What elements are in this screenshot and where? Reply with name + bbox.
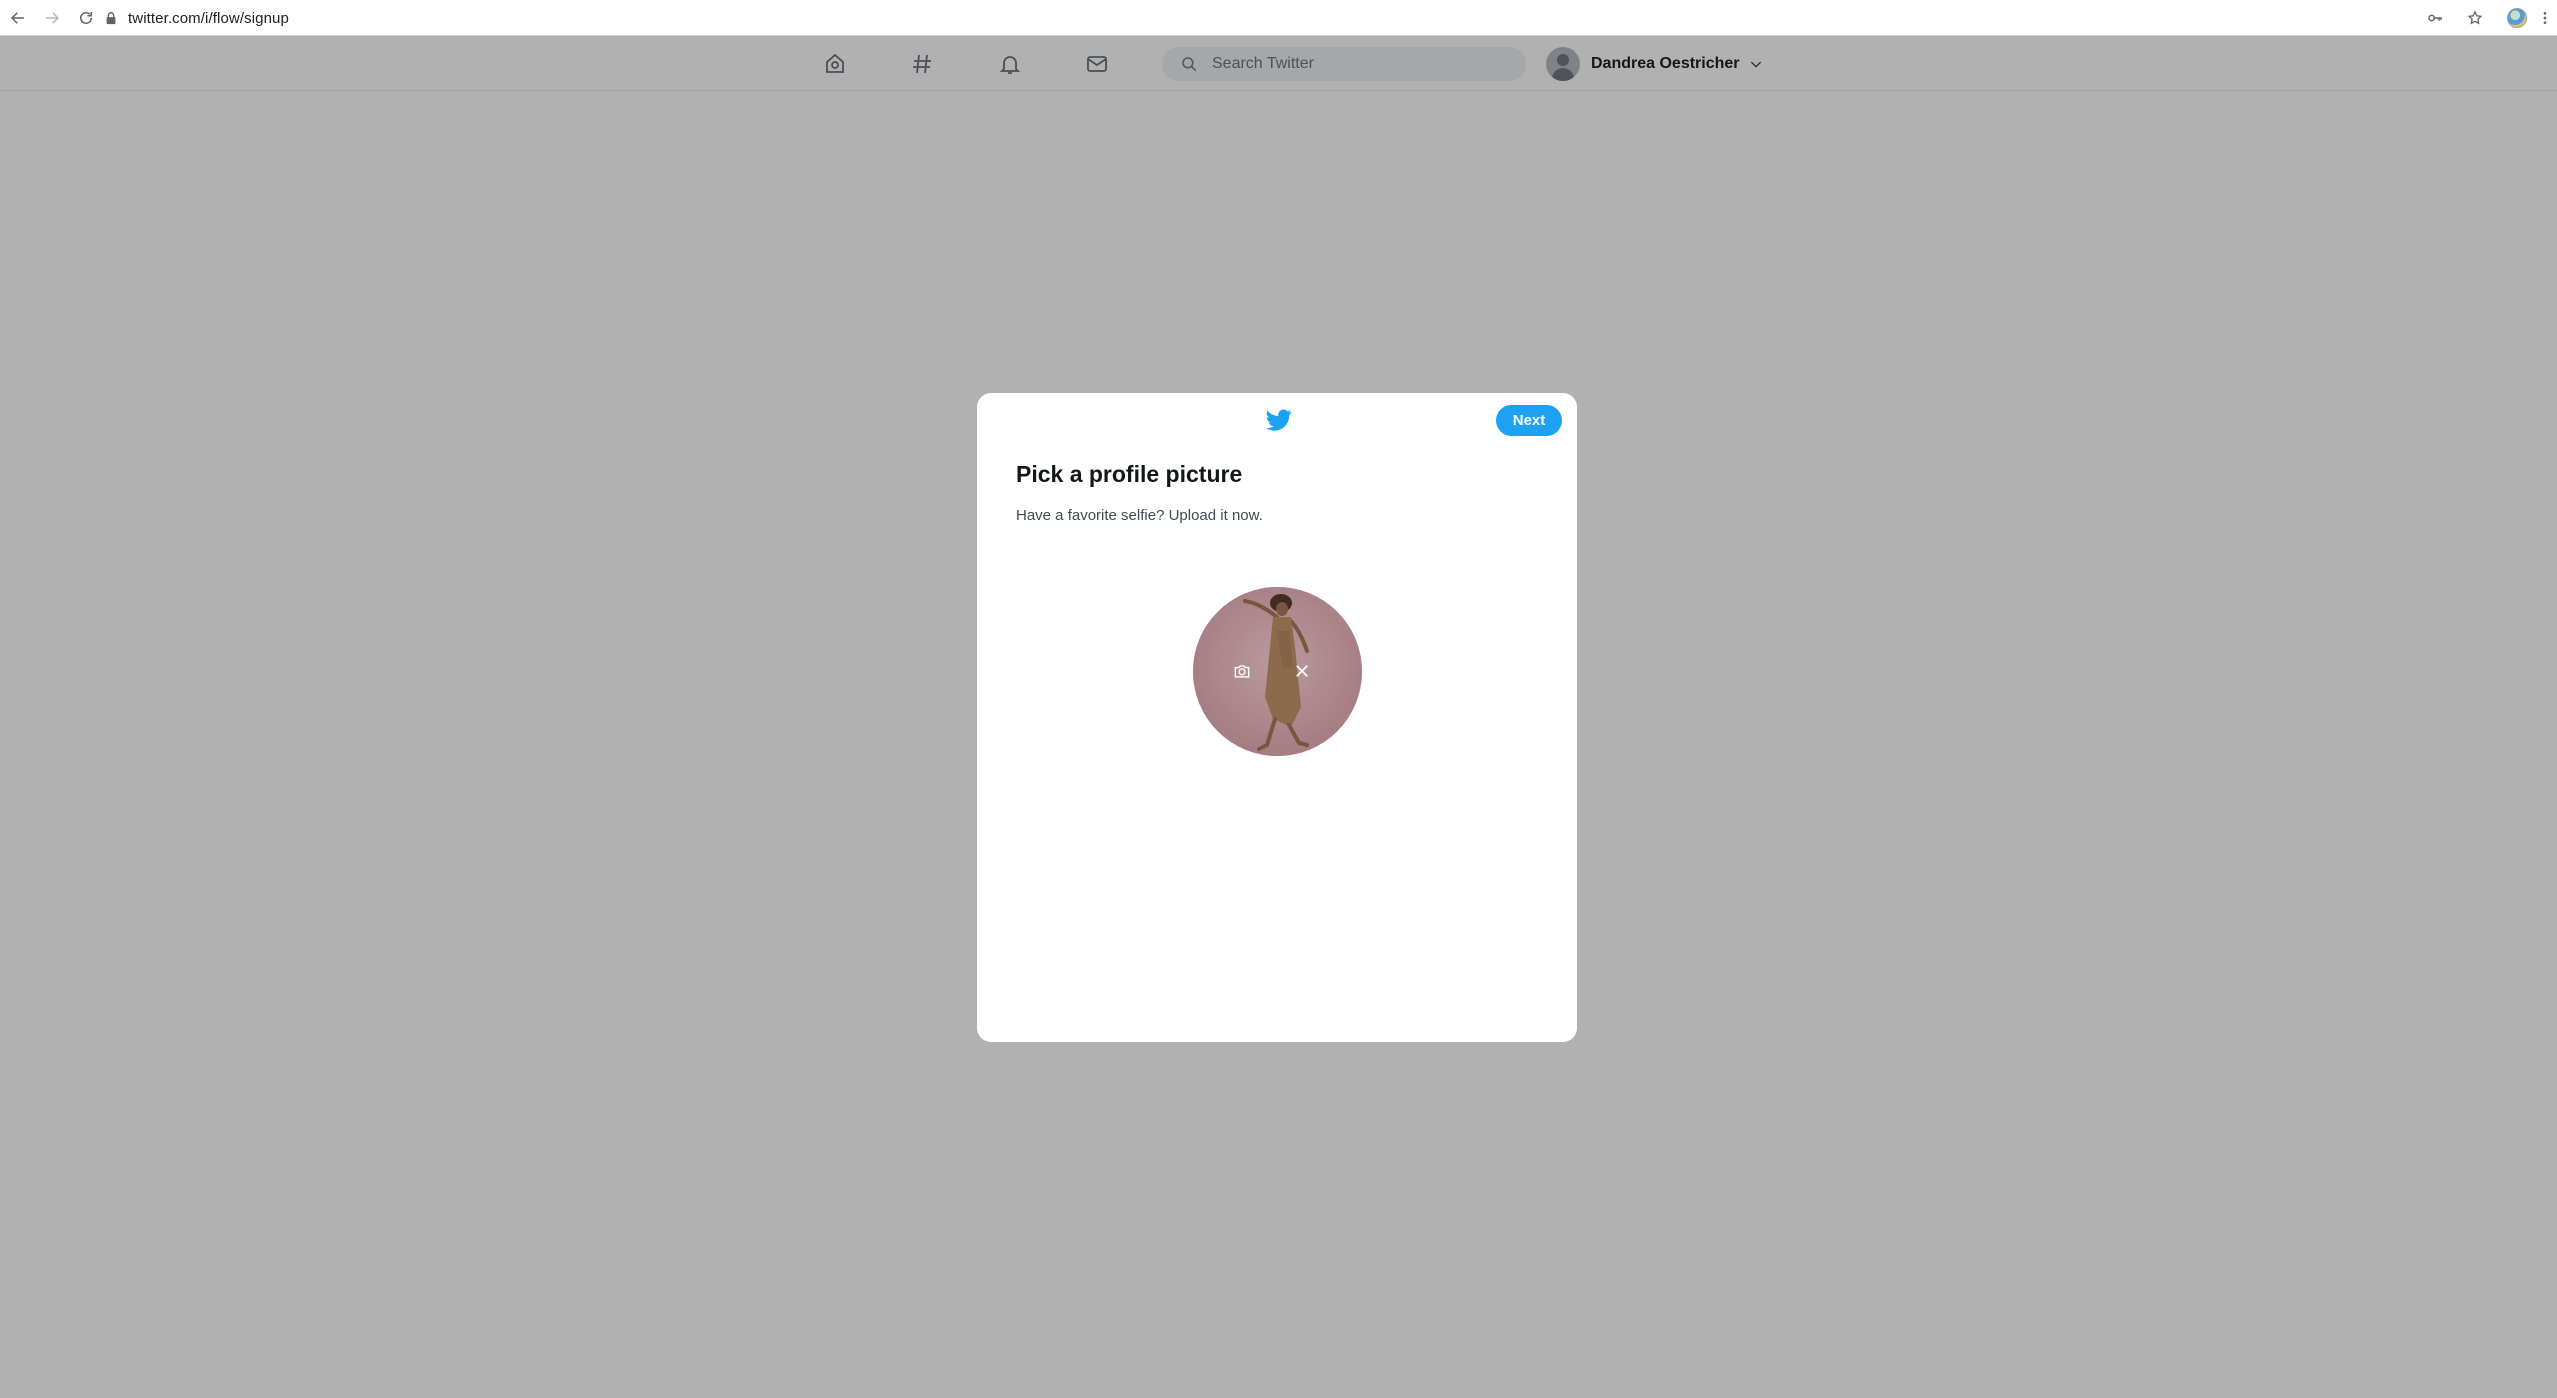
close-icon[interactable] xyxy=(1289,658,1315,684)
profile-icon[interactable] xyxy=(2501,2,2533,34)
avatar-overlay xyxy=(1193,587,1362,756)
search-box xyxy=(1162,47,1526,81)
avatar[interactable] xyxy=(1546,47,1580,81)
chevron-down-icon[interactable] xyxy=(1748,56,1764,72)
user-menu[interactable]: Dandrea Oestricher xyxy=(1546,47,1764,81)
profile-picture-dialog: Next Pick a profile picture Have a favor… xyxy=(977,393,1577,1042)
lock-icon xyxy=(104,11,118,25)
address-bar[interactable]: twitter.com/i/flow/signup xyxy=(104,4,2404,32)
star-icon[interactable] xyxy=(2459,2,2491,34)
hashtag-icon[interactable] xyxy=(907,49,937,79)
camera-icon[interactable] xyxy=(1229,658,1255,684)
search-input[interactable] xyxy=(1212,55,1492,73)
forward-arrow-icon[interactable] xyxy=(36,2,68,34)
reload-icon[interactable] xyxy=(70,2,102,34)
dialog-title: Pick a profile picture xyxy=(1016,461,1243,487)
back-arrow-icon[interactable] xyxy=(2,2,34,34)
mail-icon[interactable] xyxy=(1082,49,1112,79)
browser-toolbar: twitter.com/i/flow/signup xyxy=(0,0,2557,36)
next-button[interactable]: Next xyxy=(1496,405,1562,436)
kebab-menu-icon[interactable] xyxy=(2533,2,2557,34)
profile-picture-preview[interactable] xyxy=(1193,587,1362,756)
bell-icon[interactable] xyxy=(995,49,1025,79)
home-icon[interactable] xyxy=(820,49,850,79)
twitter-bird-icon xyxy=(1266,407,1292,433)
twitter-top-nav: Dandrea Oestricher xyxy=(0,37,2557,91)
search-icon xyxy=(1180,55,1198,73)
user-name: Dandrea Oestricher xyxy=(1591,55,1740,72)
url-text: twitter.com/i/flow/signup xyxy=(128,9,289,27)
browser-actions xyxy=(2419,0,2557,36)
key-icon[interactable] xyxy=(2419,2,2451,34)
dialog-subtitle: Have a favorite selfie? Upload it now. xyxy=(1016,507,1263,524)
